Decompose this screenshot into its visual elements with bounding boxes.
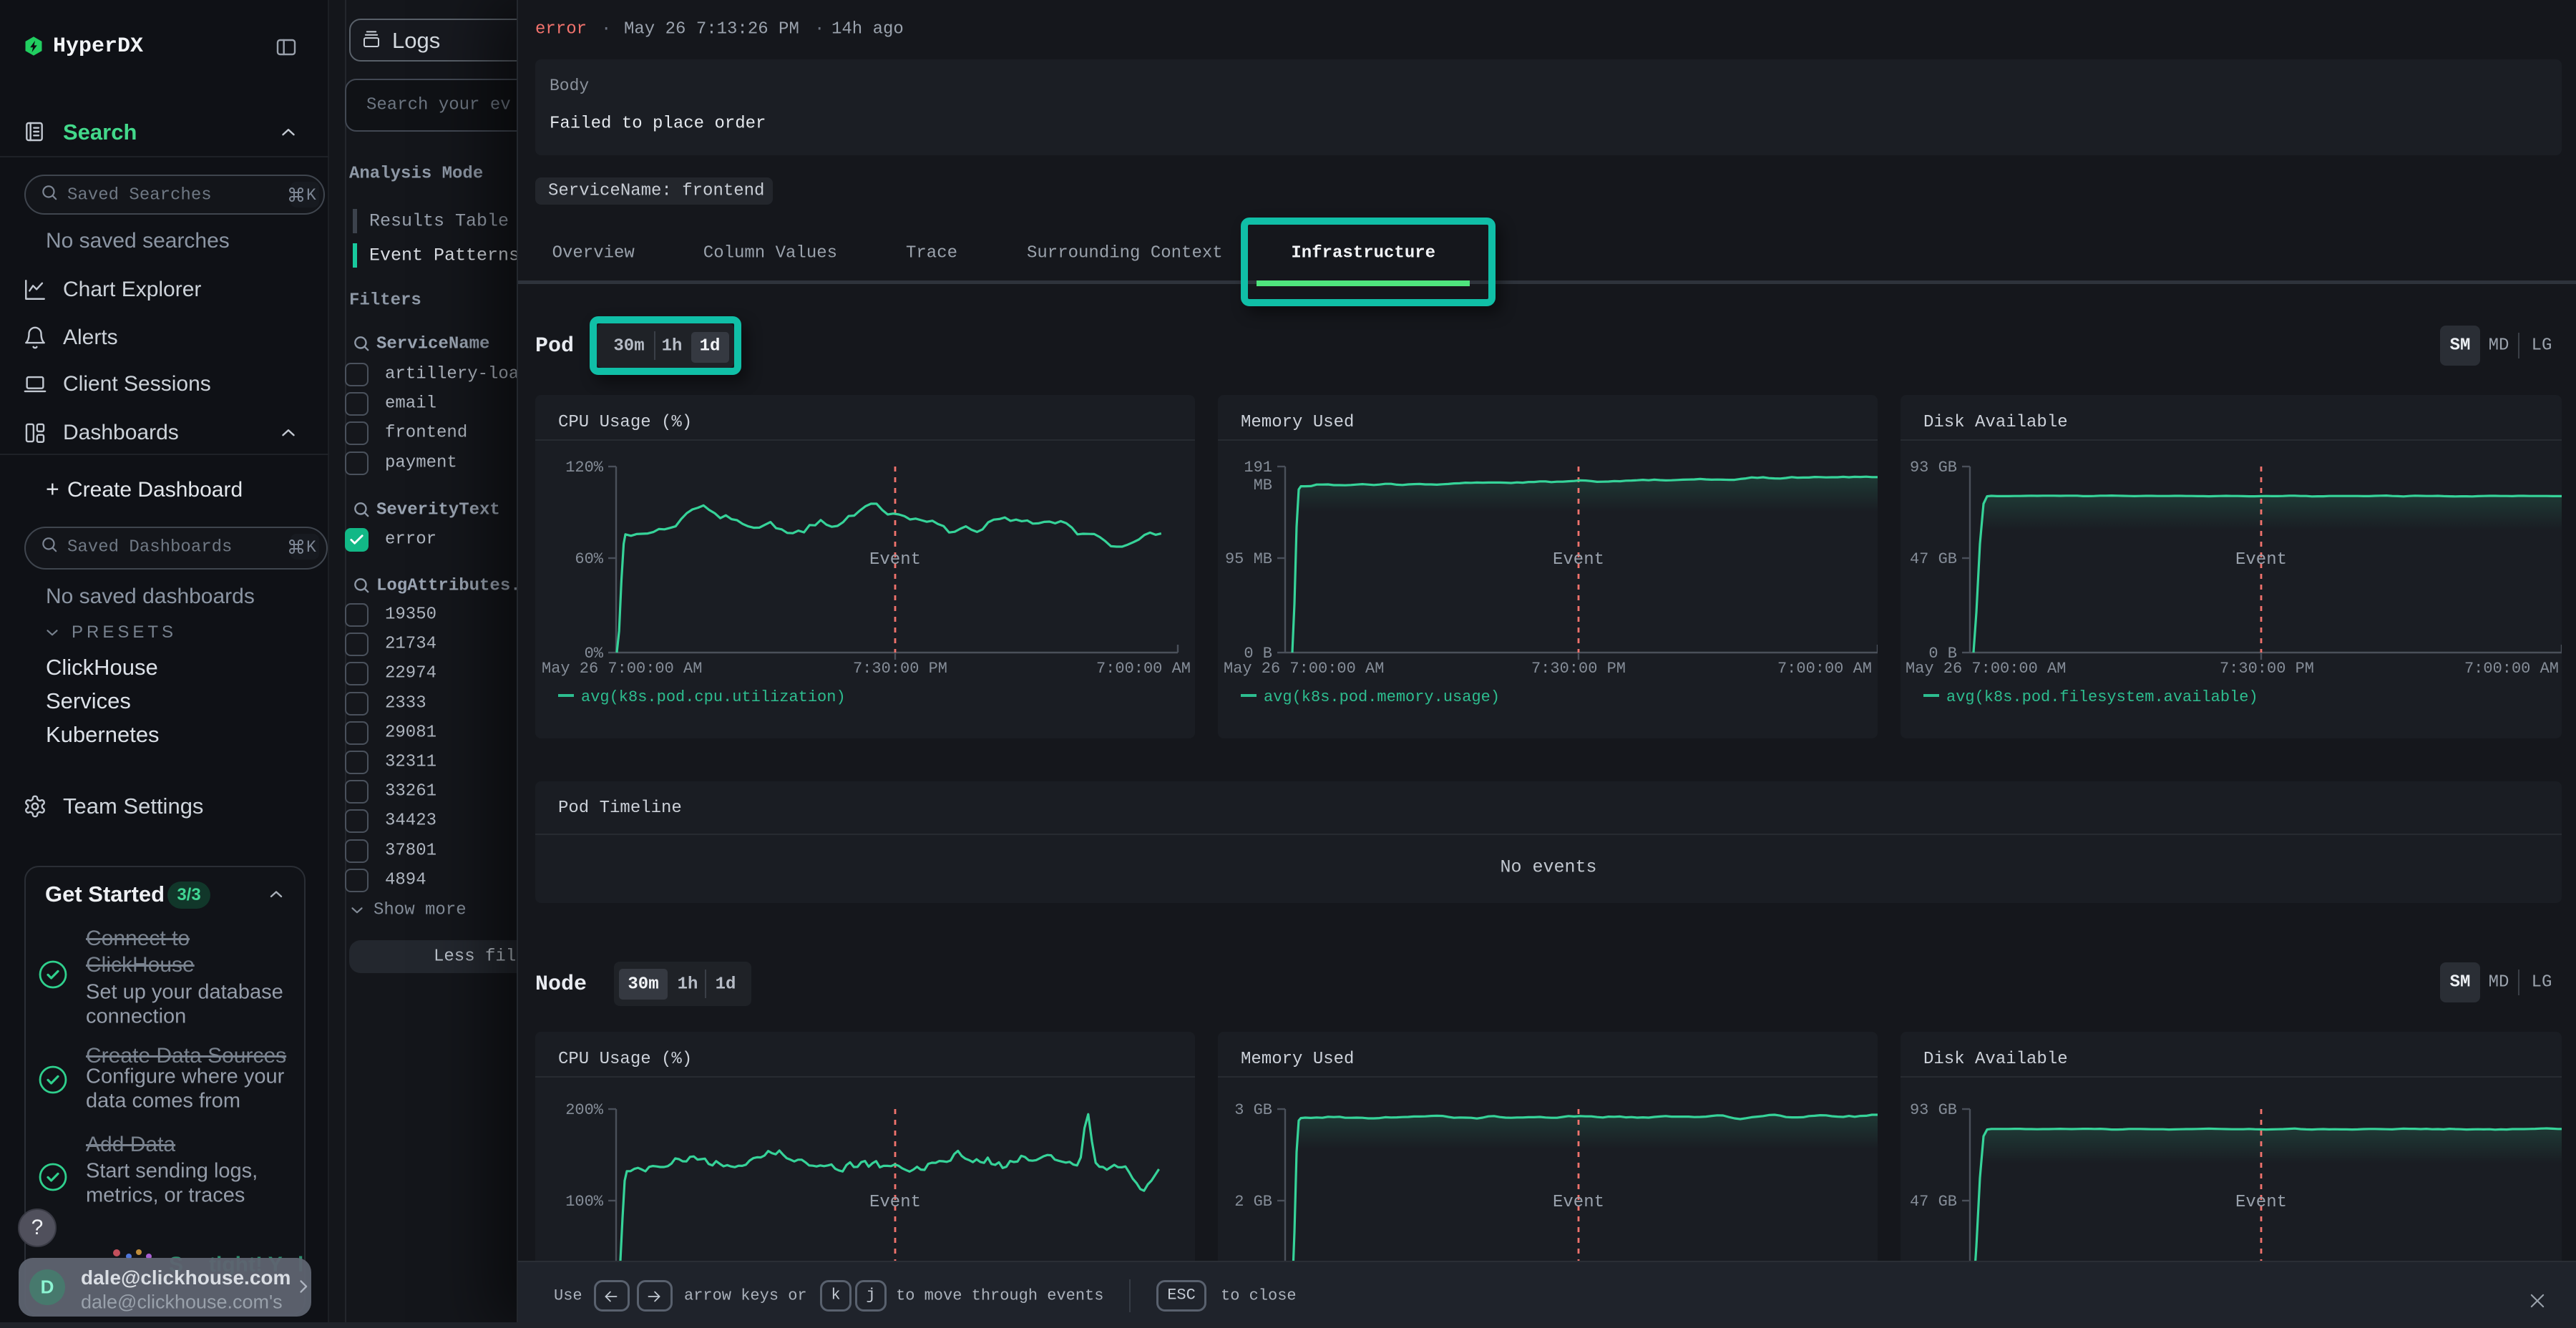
svg-text:7:00:00 AM: 7:00:00 AM [2464,660,2559,678]
svg-text:95 MB: 95 MB [1225,550,1272,568]
svg-text:93 GB: 93 GB [1910,459,1957,477]
svg-text:Event: Event [869,1193,921,1212]
svg-text:3 GB: 3 GB [1234,1101,1272,1119]
svg-text:May 26 7:00:00 AM: May 26 7:00:00 AM [1906,660,2066,678]
svg-text:7:30:00 PM: 7:30:00 PM [1531,660,1626,678]
svg-text:7:30:00 PM: 7:30:00 PM [853,660,947,678]
svg-text:Event: Event [869,550,921,570]
svg-text:7:30:00 PM: 7:30:00 PM [2220,660,2314,678]
svg-text:191: 191 [1244,459,1272,477]
svg-text:May 26 7:00:00 AM: May 26 7:00:00 AM [1224,660,1384,678]
svg-text:avg(k8s.pod.memory.usage): avg(k8s.pod.memory.usage) [1264,688,1500,706]
svg-text:Event: Event [1553,1193,1604,1212]
svg-text:47 GB: 47 GB [1910,1193,1957,1211]
svg-text:7:00:00 AM: 7:00:00 AM [1096,660,1191,678]
svg-text:120%: 120% [565,459,604,477]
svg-text:Event: Event [1553,550,1604,570]
svg-text:avg(k8s.pod.filesystem.availab: avg(k8s.pod.filesystem.available) [1946,688,2258,706]
svg-text:200%: 200% [565,1101,604,1119]
svg-text:MB: MB [1254,477,1272,494]
svg-text:Event: Event [2235,550,2287,570]
svg-text:60%: 60% [575,550,603,568]
svg-text:Event: Event [2235,1193,2287,1212]
svg-text:7:00:00 AM: 7:00:00 AM [1777,660,1872,678]
svg-text:93 GB: 93 GB [1910,1101,1957,1119]
svg-text:2 GB: 2 GB [1234,1193,1272,1211]
svg-text:avg(k8s.pod.cpu.utilization): avg(k8s.pod.cpu.utilization) [581,688,846,706]
svg-text:47 GB: 47 GB [1910,550,1957,568]
svg-text:100%: 100% [565,1193,604,1211]
svg-text:May 26 7:00:00 AM: May 26 7:00:00 AM [542,660,702,678]
